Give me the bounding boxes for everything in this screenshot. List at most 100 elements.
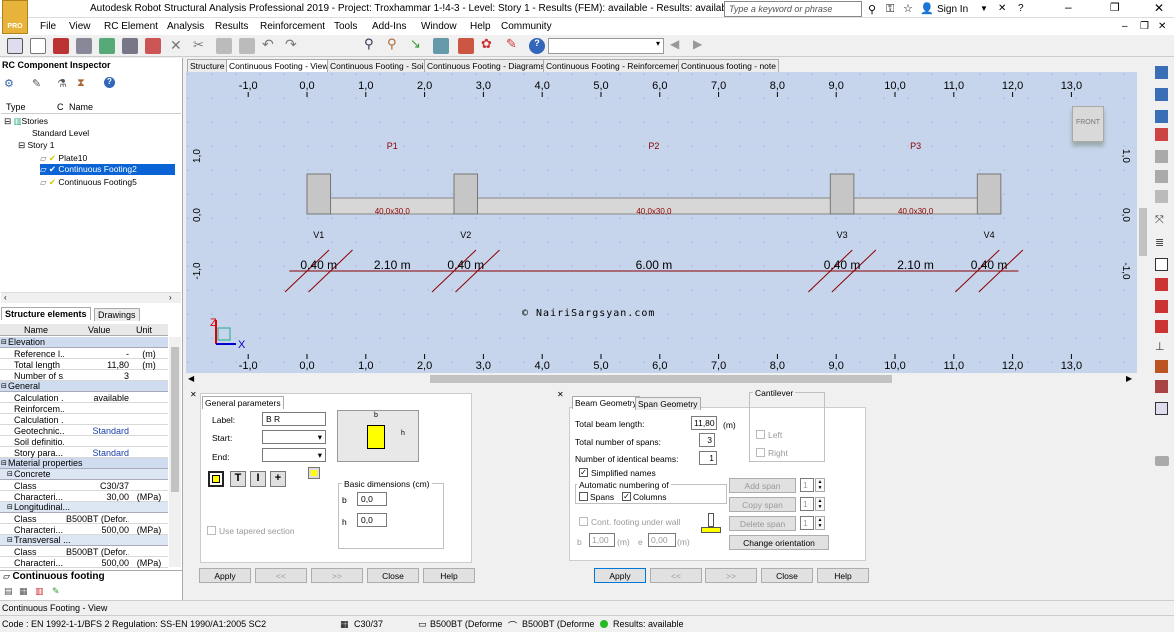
loads-icon[interactable] [458, 38, 474, 54]
dropdown-arrow-icon[interactable]: ▼ [980, 4, 988, 13]
add-span-spinner[interactable]: ▲ ▼ [815, 478, 825, 492]
menu-add-ins[interactable]: Add-Ins [372, 21, 406, 32]
tool-5-icon[interactable] [1155, 150, 1168, 163]
mdi-close-icon[interactable]: ✕ [1158, 21, 1166, 32]
tree-hscrollbar[interactable]: ‹ › [1, 292, 181, 303]
props-row[interactable]: Total length 11,80 (m) [0, 359, 168, 370]
hourglass-icon[interactable]: ⧗ [77, 77, 85, 90]
tree-node-plate10[interactable]: ▱ ✔ Plate10 [40, 153, 87, 164]
total-length-input[interactable]: 11,80 [691, 416, 717, 430]
apply-button[interactable]: Apply [594, 568, 646, 583]
search-input[interactable]: Type a keyword or phrase [724, 1, 862, 17]
copy-span-count[interactable]: 1 [800, 497, 814, 511]
tool-15-icon[interactable] [1155, 360, 1168, 373]
app-logo[interactable]: PRO [2, 0, 28, 34]
wall-footing-checkbox[interactable] [579, 517, 588, 526]
new-file-icon[interactable] [30, 38, 46, 54]
tool-4-icon[interactable] [1155, 128, 1168, 141]
add-element-icon[interactable]: ⚙ [4, 77, 14, 90]
props-row[interactable]: Characteri... 500,00 (MPa) [0, 557, 168, 568]
col-type[interactable]: Type [6, 102, 26, 112]
drawing-canvas[interactable]: -1,0 -1,0 0,0 0,0 1,0 1,0 2,0 2,0 3,0 3,0 4,0 4,0 5,… [186, 72, 1137, 373]
menu-results[interactable]: Results [215, 21, 248, 32]
shape-rectangle-button[interactable] [208, 471, 224, 487]
tool-13-icon[interactable] [1155, 320, 1168, 333]
menu-tools[interactable]: Tools [334, 21, 357, 32]
collapse-icon[interactable]: ⊟ [7, 503, 13, 511]
col-c[interactable]: C [57, 102, 64, 112]
prev-button[interactable]: << [255, 568, 307, 583]
delete-span-button[interactable]: Delete span [729, 516, 796, 531]
tree-node-stories[interactable]: ⊟ ▥Stories [4, 116, 48, 127]
structure-icon[interactable] [7, 38, 23, 54]
next-button[interactable]: >> [311, 568, 363, 583]
exchange-icon[interactable]: ✕ [998, 3, 1006, 14]
add-span-count[interactable]: 1 [800, 478, 814, 492]
menu-analysis[interactable]: Analysis [167, 21, 204, 32]
tool-7-icon[interactable] [1155, 190, 1168, 203]
mdi-minimize-icon[interactable]: – [1122, 21, 1128, 32]
props-row[interactable]: Characteri... 500,00 (MPa) [0, 524, 168, 535]
scroll-right-icon[interactable]: › [169, 293, 172, 302]
help-button[interactable]: Help [817, 568, 869, 583]
scroll-thumb[interactable] [171, 347, 179, 492]
properties-icon[interactable] [433, 38, 449, 54]
mdi-restore-icon[interactable]: ❐ [1140, 21, 1149, 32]
screen-capture-icon[interactable] [122, 38, 138, 54]
props-subcategory[interactable]: Concrete ⊟ [0, 469, 168, 480]
tree-node-continuous-footing5[interactable]: ▱ ✔ Continuous Footing5 [40, 177, 137, 188]
tab-structure[interactable]: Structure [187, 59, 228, 72]
tree-node-story-1[interactable]: ⊟ Story 1 [18, 140, 54, 151]
menu-file[interactable]: File [40, 21, 56, 32]
panel-close-icon[interactable]: ✕ [190, 390, 197, 399]
inspector-tab-structure[interactable]: Structure elements [1, 307, 91, 320]
tab-footing-view[interactable]: Continuous Footing - View [226, 59, 332, 72]
num-spans-input[interactable]: 3 [699, 433, 715, 447]
tapered-checkbox[interactable] [207, 526, 216, 535]
tool-3-icon[interactable] [1155, 110, 1168, 123]
simplified-names-checkbox[interactable]: ✓ [579, 468, 588, 477]
props-row[interactable]: Calculation ... [0, 414, 168, 425]
undo-icon[interactable]: ↶ [262, 36, 278, 52]
tool-16-icon[interactable] [1155, 380, 1168, 393]
scroll-right-icon[interactable]: ▶ [1126, 374, 1132, 383]
spans-checkbox[interactable] [579, 492, 588, 501]
footing-drawing[interactable]: -1,0 -1,0 0,0 0,0 1,0 1,0 2,0 2,0 3,0 3,0 4,0 4,0 5,… [186, 72, 1137, 373]
scroll-thumb[interactable] [1139, 208, 1147, 256]
collapse-icon[interactable]: ⊟ [18, 140, 25, 150]
tree-node-continuous-footing2[interactable]: ▱ ✔ Continuous Footing2 [40, 164, 175, 175]
props-category[interactable]: Elevation ⊟ [0, 337, 168, 348]
view-select[interactable]: ▾ [548, 38, 664, 54]
zoom-window-icon[interactable]: ⚲ [387, 36, 403, 52]
apply-button[interactable]: Apply [199, 568, 251, 583]
sign-in-link[interactable]: Sign In [937, 4, 968, 15]
tree-node-standard-level[interactable]: Standard Level [32, 128, 89, 138]
camera-icon[interactable] [145, 38, 161, 54]
print-icon[interactable] [76, 38, 92, 54]
redo-icon[interactable]: ↷ [285, 36, 301, 52]
tab-footing-reinforcement[interactable]: Continuous Footing - Reinforcement [543, 59, 686, 72]
collapse-icon[interactable]: ⊟ [1, 459, 7, 467]
props-row[interactable]: Geotechnic... Standard [0, 425, 168, 436]
wall-e-input[interactable]: 0,00 [648, 533, 676, 547]
help-button[interactable]: Help [423, 568, 475, 583]
inspector-help-icon[interactable]: ? [104, 77, 115, 88]
beam-geometry-tab[interactable]: Beam Geometry [572, 396, 640, 409]
menu-reinforcement[interactable]: Reinforcement [260, 21, 325, 32]
props-row[interactable]: Class B500BT (Defor... [0, 546, 168, 557]
props-subcategory[interactable]: Transversal ... ⊟ [0, 535, 168, 546]
change-orientation-button[interactable]: Change orientation [729, 535, 829, 550]
delete-span-spinner[interactable]: ▲ ▼ [815, 516, 825, 530]
star-icon[interactable]: ☆ [903, 2, 913, 15]
canvas-vscrollbar[interactable] [1137, 72, 1149, 373]
paste-icon[interactable] [239, 38, 255, 54]
props-vscrollbar[interactable] [169, 337, 181, 567]
copy-span-spinner[interactable]: ▲ ▼ [815, 497, 825, 511]
end-select[interactable]: ▾ [262, 448, 326, 462]
scroll-left-icon[interactable]: ◀ [188, 374, 194, 383]
props-row[interactable]: Reference l... - (m) [0, 348, 168, 359]
start-select[interactable]: ▾ [262, 430, 326, 444]
shape-t-button[interactable]: T [230, 471, 246, 487]
cut-icon[interactable]: ✂ [193, 37, 209, 53]
copy-icon[interactable] [216, 38, 232, 54]
